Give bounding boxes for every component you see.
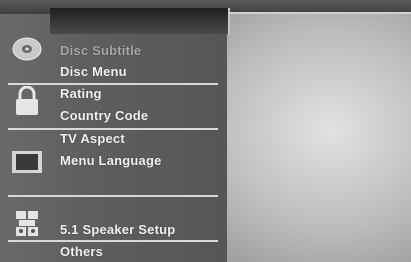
disc-icon <box>10 36 44 67</box>
menu-divider <box>8 83 218 85</box>
menu-item-speaker-setup[interactable]: 5.1 Speaker Setup <box>60 222 175 237</box>
menu-divider <box>8 240 218 242</box>
menu-item-country-code[interactable]: Country Code <box>60 108 148 123</box>
title-underline <box>228 12 411 14</box>
menu-item-others[interactable]: Others <box>60 244 103 259</box>
menu-item-menu-language[interactable]: Menu Language <box>60 153 162 168</box>
lock-icon <box>14 85 40 121</box>
menu-item-disc-menu[interactable]: Disc Menu <box>60 64 127 79</box>
menu-divider <box>8 195 218 197</box>
menu-item-disc-subtitle[interactable]: Disc Subtitle <box>60 43 141 58</box>
menu-item-rating[interactable]: Rating <box>60 86 102 101</box>
tv-icon <box>11 150 43 179</box>
osd-screen: Disc Subtitle Disc Menu Rating Country C… <box>0 0 411 262</box>
menu-title-bar <box>50 8 230 34</box>
speaker-icon <box>13 209 41 244</box>
menu-item-tv-aspect[interactable]: TV Aspect <box>60 131 125 146</box>
menu-divider <box>8 128 218 130</box>
